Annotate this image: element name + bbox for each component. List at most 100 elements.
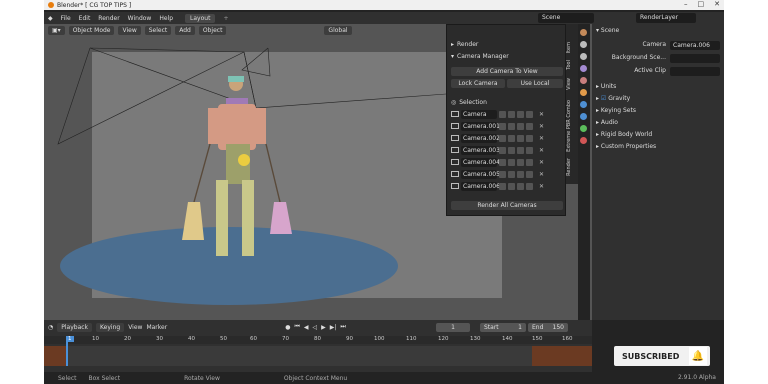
- tab-item[interactable]: Item: [566, 42, 578, 53]
- maximize-icon[interactable]: □: [698, 0, 705, 8]
- render-all-cameras-button[interactable]: Render All Cameras: [451, 201, 563, 210]
- selection-row[interactable]: ◎ Selection: [451, 97, 487, 107]
- jump-end-icon[interactable]: ⏭: [340, 323, 345, 331]
- use-local-button[interactable]: Use Local: [507, 79, 563, 88]
- camera-list-row[interactable]: Camera.005 ✕: [451, 169, 565, 179]
- custom-properties-subsection[interactable]: ▸ Custom Properties: [596, 142, 656, 152]
- subscribed-overlay[interactable]: SUBSCRIBED 🔔: [614, 346, 710, 366]
- constraint-tab-icon[interactable]: [580, 125, 587, 132]
- next-key-icon[interactable]: ▶|: [330, 324, 337, 331]
- viewport-menu-select[interactable]: Select: [144, 25, 172, 35]
- selection-icon: ◎: [451, 98, 457, 106]
- menu-edit[interactable]: Edit: [79, 15, 91, 22]
- tab-extreme-pbr[interactable]: Extreme PBR Combo: [566, 100, 578, 152]
- tick-label: 130: [470, 336, 481, 342]
- editor-type-icon[interactable]: ▣▾: [48, 25, 65, 35]
- scene-tab-icon[interactable]: [580, 65, 587, 72]
- play-reverse-icon[interactable]: ◁: [312, 324, 317, 331]
- playhead[interactable]: [66, 336, 68, 366]
- scene-section-header[interactable]: ▾ Scene: [596, 26, 619, 36]
- delete-icon[interactable]: ✕: [539, 147, 544, 154]
- tab-layout[interactable]: Layout: [185, 13, 216, 23]
- modifier-tab-icon[interactable]: [580, 101, 587, 108]
- current-frame-field[interactable]: 1: [436, 323, 470, 332]
- add-workspace-button[interactable]: +: [223, 15, 228, 22]
- play-icon[interactable]: ▶: [321, 324, 326, 331]
- audio-subsection[interactable]: ▸ Audio: [596, 118, 618, 128]
- object-mode-select[interactable]: Object Mode: [68, 25, 115, 35]
- tool-tab-icon[interactable]: [580, 29, 587, 36]
- viewport-menu-view[interactable]: View: [118, 25, 141, 35]
- transform-orientation-select[interactable]: Global: [324, 25, 352, 35]
- tab-view[interactable]: View: [566, 78, 578, 90]
- background-scene-field[interactable]: [670, 54, 720, 63]
- scene-selector[interactable]: Scene: [538, 13, 594, 23]
- menu-help[interactable]: Help: [159, 15, 173, 22]
- object-tab-icon[interactable]: [580, 89, 587, 96]
- frame-ruler[interactable]: 1 10 20 30 40 50 60 70 80 90 100 110 120…: [44, 336, 592, 344]
- start-frame-field[interactable]: Start 1: [480, 323, 526, 332]
- delete-icon[interactable]: ✕: [539, 171, 544, 178]
- render-layer-selector[interactable]: RenderLayer: [636, 13, 696, 23]
- bell-icon[interactable]: 🔔: [689, 347, 707, 365]
- delete-icon[interactable]: ✕: [539, 123, 544, 130]
- viewport-menu-object[interactable]: Object: [198, 25, 227, 35]
- tab-tool[interactable]: Tool: [566, 60, 578, 70]
- camera-list-row[interactable]: Camera.006 ✕: [451, 181, 565, 191]
- version-label: 2.91.0 Alpha: [677, 374, 716, 381]
- end-frame-field[interactable]: End 150: [528, 323, 568, 332]
- timeline-view-menu[interactable]: View: [128, 324, 142, 331]
- minimize-icon[interactable]: –: [684, 0, 688, 8]
- record-icon[interactable]: ●: [285, 324, 290, 331]
- menu-file[interactable]: File: [61, 15, 71, 22]
- camera-list-row[interactable]: Camera.004 ✕: [451, 157, 565, 167]
- camera-list-row[interactable]: Camera.003 ✕: [451, 145, 565, 155]
- tick-label: 140: [502, 336, 513, 342]
- close-icon[interactable]: ✕: [714, 0, 720, 8]
- viewport-menu-add[interactable]: Add: [175, 25, 195, 35]
- camera-list-row[interactable]: Camera.001 ✕: [451, 121, 565, 131]
- delete-icon[interactable]: ✕: [539, 135, 544, 142]
- title-bar: Blender* [ CG TOP TIPS ] – □ ✕: [44, 0, 724, 10]
- render-panel-header[interactable]: ▸ Render: [451, 39, 478, 49]
- status-rotate-view: Rotate View: [184, 374, 220, 382]
- playback-menu[interactable]: Playback: [57, 322, 93, 332]
- clock-icon[interactable]: ◔: [48, 324, 53, 331]
- keyframe-track[interactable]: [44, 346, 592, 366]
- keying-sets-subsection[interactable]: ▸ Keying Sets: [596, 106, 636, 116]
- lock-camera-button[interactable]: Lock Camera: [451, 79, 505, 88]
- camera-list-row[interactable]: Camera.002 ✕: [451, 133, 565, 143]
- delete-icon[interactable]: ✕: [539, 111, 544, 118]
- material-tab-icon[interactable]: [580, 137, 587, 144]
- delete-icon[interactable]: ✕: [539, 183, 544, 190]
- output-tab-icon[interactable]: [580, 53, 587, 60]
- active-clip-field[interactable]: [670, 67, 720, 76]
- prev-key-icon[interactable]: ◀: [304, 324, 309, 331]
- add-camera-button[interactable]: Add Camera To View: [451, 67, 563, 76]
- properties-editor: ▾ Scene Camera Camera.006 Background Sce…: [592, 24, 724, 320]
- world-tab-icon[interactable]: [580, 77, 587, 84]
- gravity-subsection[interactable]: ▸ ☑ Gravity: [596, 94, 630, 104]
- menu-render[interactable]: Render: [98, 15, 119, 22]
- keying-menu[interactable]: Keying: [96, 322, 125, 332]
- menu-window[interactable]: Window: [128, 15, 152, 22]
- units-subsection[interactable]: ▸ Units: [596, 82, 616, 92]
- camera-manager-header[interactable]: ▾ Camera Manager: [451, 51, 509, 61]
- delete-icon[interactable]: ✕: [539, 159, 544, 166]
- sidebar-tabs: Item Tool View Extreme PBR Combo Render: [566, 24, 578, 184]
- camera-icon: [451, 123, 459, 129]
- tick-label: 50: [220, 336, 227, 342]
- camera-list-row[interactable]: Camera ✕: [451, 109, 565, 119]
- collapse-icon: ▾: [451, 52, 455, 60]
- camera-field[interactable]: Camera.006: [670, 41, 720, 50]
- camera-label: Camera: [642, 41, 666, 48]
- jump-start-icon[interactable]: ⏮: [294, 323, 299, 331]
- physics-tab-icon[interactable]: [580, 113, 587, 120]
- tab-render[interactable]: Render: [566, 158, 578, 176]
- blender-menu-icon[interactable]: ◆: [48, 15, 53, 22]
- rigid-body-world-subsection[interactable]: ▸ Rigid Body World: [596, 130, 652, 140]
- render-tab-icon[interactable]: [580, 41, 587, 48]
- timeline-editor: ◔ Playback Keying View Marker ● ⏮ ◀ ◁ ▶ …: [44, 320, 592, 372]
- marker-menu[interactable]: Marker: [146, 324, 167, 331]
- tick-label: 90: [346, 336, 353, 342]
